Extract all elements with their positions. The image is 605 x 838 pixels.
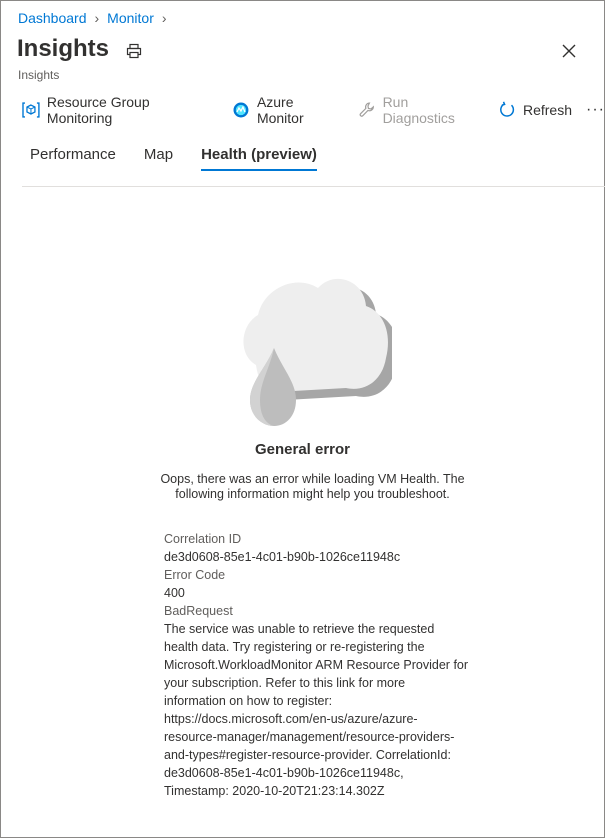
error-details: Correlation ID de3d0608-85e1-4c01-b90b-1… <box>164 530 469 800</box>
chevron-right-icon: › <box>161 10 167 26</box>
correlation-id-value: de3d0608-85e1-4c01-b90b-1026ce11948c <box>164 550 401 564</box>
chevron-right-icon: › <box>94 10 100 26</box>
error-detail-text: The service was unable to retrieve the r… <box>164 622 469 798</box>
refresh-icon <box>500 101 515 117</box>
error-cloud-icon <box>243 278 392 426</box>
wrench-icon <box>359 102 374 117</box>
azure-monitor-icon <box>233 102 249 118</box>
tab-health-preview[interactable]: Health (preview) <box>201 146 317 171</box>
resource-group-icon <box>22 102 40 118</box>
tab-performance[interactable]: Performance <box>30 146 116 171</box>
error-code-value: 400 <box>164 586 185 600</box>
close-icon[interactable] <box>561 43 577 59</box>
run-diagnostics-button[interactable]: Run Diagnostics <box>358 94 484 126</box>
error-reason: BadRequest <box>164 604 233 618</box>
correlation-id-label: Correlation ID <box>164 532 242 546</box>
resource-group-monitoring-button[interactable]: Resource Group Monitoring <box>22 94 218 126</box>
error-code-label: Error Code <box>164 568 226 582</box>
azure-monitor-label: Azure Monitor <box>256 94 304 126</box>
refresh-button[interactable]: Refresh <box>498 101 572 119</box>
error-title: General error <box>254 441 351 458</box>
run-diagnostics-label: Run Diagnostics <box>382 94 455 126</box>
refresh-label: Refresh <box>522 102 573 118</box>
breadcrumb: Dashboard › Monitor › <box>18 10 167 26</box>
azure-monitor-button[interactable]: Azure Monitor <box>232 94 344 126</box>
tabs-divider <box>22 186 605 187</box>
print-icon[interactable] <box>126 43 142 59</box>
command-bar: Resource Group Monitoring Azure Monitor … <box>22 94 605 126</box>
page-title: Insights <box>17 35 110 62</box>
page-subtitle: Insights <box>18 68 60 82</box>
tab-bar: Performance Map Health (preview) <box>30 146 345 171</box>
error-message: Oops, there was an error while loading V… <box>160 472 465 501</box>
breadcrumb-dashboard[interactable]: Dashboard <box>18 10 87 26</box>
tab-map[interactable]: Map <box>144 146 173 171</box>
resource-group-monitoring-label: Resource Group Monitoring <box>46 94 150 126</box>
breadcrumb-monitor[interactable]: Monitor <box>107 10 154 26</box>
more-options-icon[interactable]: ··· <box>586 101 605 119</box>
